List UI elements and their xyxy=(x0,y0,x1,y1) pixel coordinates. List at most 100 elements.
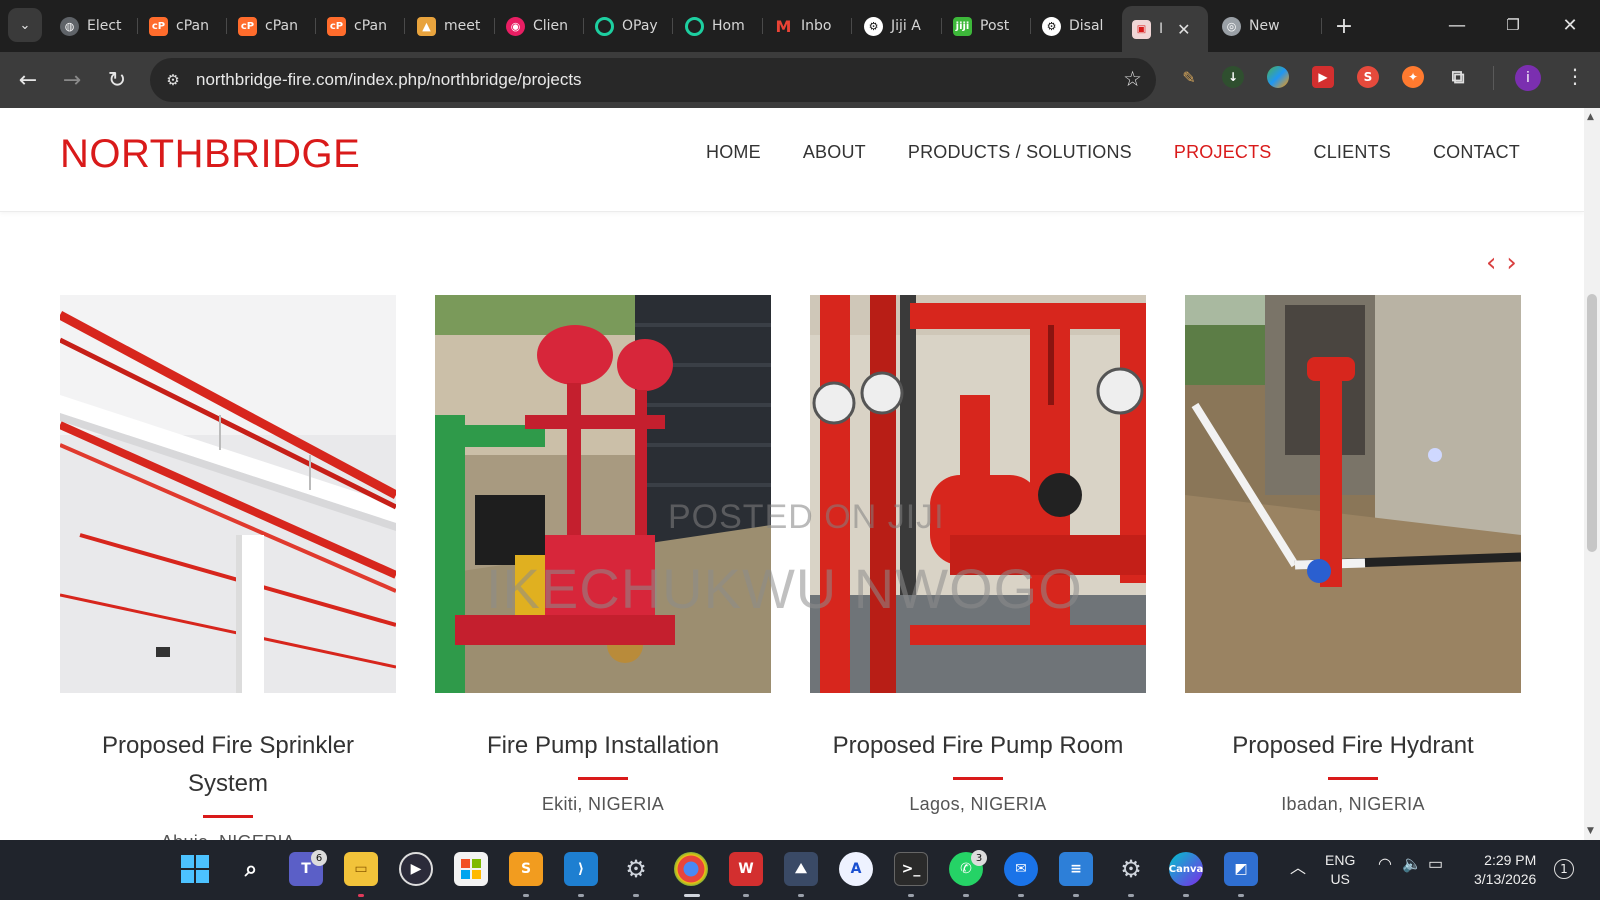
notepad-icon[interactable]: ≡ xyxy=(1059,852,1093,886)
project-title[interactable]: Proposed Fire Hydrant xyxy=(1185,727,1521,765)
project-image-fire-hydrant[interactable] xyxy=(1185,295,1521,693)
tab[interactable]: OPay xyxy=(585,10,673,42)
tab[interactable]: ◉ Clien xyxy=(496,10,584,42)
url-text[interactable]: northbridge-fire.com/index.php/northbrid… xyxy=(196,70,582,90)
tab[interactable]: ⚙ Disal xyxy=(1032,10,1120,42)
reload-icon[interactable]: ↻ xyxy=(101,64,133,96)
running-app-indicator xyxy=(1128,894,1134,897)
tab[interactable]: Hom xyxy=(675,10,763,42)
control-panel-gear-icon[interactable]: ⚙ xyxy=(1114,852,1148,886)
site-logo[interactable]: NORTHBRIDGE xyxy=(60,132,360,177)
page-scrollbar[interactable]: ▲ ▼ xyxy=(1584,108,1600,840)
canva-icon[interactable]: Canva xyxy=(1169,852,1203,886)
tab[interactable]: ◍ Elect xyxy=(50,10,138,42)
nav-clients[interactable]: CLIENTS xyxy=(1314,142,1391,163)
restore-icon[interactable]: ❐ xyxy=(1498,10,1528,40)
s-extension-icon[interactable]: S xyxy=(1357,66,1379,88)
pen-extension-icon[interactable]: ✎ xyxy=(1178,66,1200,88)
search-icon[interactable]: ⌕ xyxy=(234,852,268,886)
project-card[interactable]: Fire Pump Installation Ekiti, NIGERIA xyxy=(435,295,771,815)
microsoft-store-icon[interactable] xyxy=(454,852,488,886)
project-title[interactable]: Proposed Fire Pump Room xyxy=(810,727,1146,765)
project-card[interactable]: Proposed Fire Sprinkler System Abuja, NI… xyxy=(60,295,396,840)
windows-taskbar: ⌕ T 6 ▭ ▶ S ⟩ ⚙ W ⛰ A >_ ✆ 3 ✉ ≡ ⚙ Canva… xyxy=(0,840,1600,900)
profile-avatar[interactable]: i xyxy=(1515,65,1541,91)
slider-prev-arrow-icon[interactable]: ‹ xyxy=(1486,250,1496,276)
chrome-icon[interactable] xyxy=(674,852,708,886)
page-viewport: NORTHBRIDGE HOME ABOUT PRODUCTS / SOLUTI… xyxy=(0,108,1584,840)
tab-active[interactable]: ▣ I ✕ xyxy=(1122,6,1208,52)
opay-icon xyxy=(685,16,704,36)
tab-label: cPan xyxy=(354,18,387,34)
nav-home[interactable]: HOME xyxy=(706,142,761,163)
wifi-icon[interactable]: ◠ xyxy=(1378,854,1392,874)
forward-arrow-icon[interactable]: → xyxy=(56,64,88,96)
tab[interactable]: ⚙ Jiji A xyxy=(854,10,942,42)
tab[interactable]: jiji Post xyxy=(943,10,1031,42)
file-explorer-icon[interactable]: ▭ xyxy=(344,852,378,886)
project-image-pump-room[interactable] xyxy=(810,295,1146,693)
nav-projects[interactable]: PROJECTS xyxy=(1174,142,1272,163)
wps-office-icon[interactable]: W xyxy=(729,852,763,886)
project-title[interactable]: Fire Pump Installation xyxy=(435,727,771,765)
project-card[interactable]: Proposed Fire Hydrant Ibadan, NIGERIA xyxy=(1185,295,1521,815)
rocket-extension-icon[interactable]: ✦ xyxy=(1402,66,1424,88)
media-player-icon[interactable]: ▶ xyxy=(399,852,433,886)
minimize-icon[interactable]: — xyxy=(1442,10,1472,40)
close-tab-icon[interactable]: ✕ xyxy=(1177,20,1190,39)
battery-icon[interactable]: ▭ xyxy=(1428,854,1443,874)
tab[interactable]: ▲ meet xyxy=(407,10,495,42)
scroll-down-arrow-icon[interactable]: ▼ xyxy=(1587,826,1594,836)
language-indicator[interactable]: ENG US xyxy=(1325,851,1355,889)
running-app-indicator xyxy=(963,894,969,897)
teams-badge: 6 xyxy=(311,850,327,866)
tab[interactable]: cP cPan xyxy=(139,10,227,42)
bookmark-star-icon[interactable]: ☆ xyxy=(1123,67,1142,91)
tab[interactable]: cP cPan xyxy=(228,10,316,42)
terminal-icon[interactable]: >_ xyxy=(894,852,928,886)
project-title[interactable]: Proposed Fire Sprinkler System xyxy=(60,727,396,803)
messenger-icon[interactable]: ✉ xyxy=(1004,852,1038,886)
volume-icon[interactable]: 🔈 xyxy=(1402,854,1422,874)
tray-overflow-chevron-icon[interactable]: ︿ xyxy=(1290,854,1306,878)
download-extension-icon[interactable]: ↓ xyxy=(1222,66,1244,88)
project-card[interactable]: Proposed Fire Pump Room Lagos, NIGERIA xyxy=(810,295,1146,815)
font-app-icon[interactable]: A xyxy=(839,852,873,886)
tab-strip: ⌄ ◍ Elect cP cPan cP cPan cP cPan ▲ meet… xyxy=(0,0,1600,52)
system-clock[interactable]: 2:29 PM 3/13/2026 xyxy=(1474,851,1536,889)
jiji-icon: jiji xyxy=(953,16,972,36)
browser-menu-icon[interactable]: ⋮ xyxy=(1565,64,1585,88)
close-window-icon[interactable]: ✕ xyxy=(1555,10,1585,40)
tab[interactable]: ◎ New xyxy=(1212,10,1322,42)
project-image-pump-installation[interactable] xyxy=(435,295,771,693)
new-tab-plus-icon[interactable]: + xyxy=(1330,12,1358,40)
photos-icon[interactable]: ⛰ xyxy=(784,852,818,886)
youtube-extension-icon[interactable]: ▶ xyxy=(1312,66,1334,88)
extensions-puzzle-icon[interactable]: ⧉ xyxy=(1447,66,1469,88)
tab[interactable]: cP cPan xyxy=(317,10,405,42)
address-bar[interactable]: ⚙ northbridge-fire.com/index.php/northbr… xyxy=(150,58,1156,102)
scrollbar-thumb[interactable] xyxy=(1587,294,1597,552)
image-viewer-icon[interactable]: ◩ xyxy=(1224,852,1258,886)
nav-about[interactable]: ABOUT xyxy=(803,142,866,163)
windows-start-icon[interactable] xyxy=(178,852,212,886)
tab-search-button[interactable]: ⌄ xyxy=(8,8,42,42)
project-location: Ibadan, NIGERIA xyxy=(1281,794,1425,814)
tab-label: Inbo xyxy=(801,18,832,34)
color-extension-icon[interactable] xyxy=(1267,66,1289,88)
site-info-icon[interactable]: ⚙ xyxy=(162,69,184,91)
cpanel-icon: cP xyxy=(149,16,168,36)
project-image-sprinkler[interactable] xyxy=(60,295,396,693)
sublime-text-icon[interactable]: S xyxy=(509,852,543,886)
notifications-badge[interactable]: 1 xyxy=(1554,859,1574,879)
slider-next-arrow-icon[interactable]: › xyxy=(1506,250,1516,276)
scroll-up-arrow-icon[interactable]: ▲ xyxy=(1587,112,1594,122)
vscode-icon[interactable]: ⟩ xyxy=(564,852,598,886)
nav-products-solutions[interactable]: PRODUCTS / SOLUTIONS xyxy=(908,142,1132,163)
settings-gear-icon[interactable]: ⚙ xyxy=(619,852,653,886)
title-underline xyxy=(203,815,253,818)
nav-contact[interactable]: CONTACT xyxy=(1433,142,1520,163)
back-arrow-icon[interactable]: ← xyxy=(12,64,44,96)
tab[interactable]: M Inbo xyxy=(764,10,852,42)
running-app-indicator xyxy=(1238,894,1244,897)
